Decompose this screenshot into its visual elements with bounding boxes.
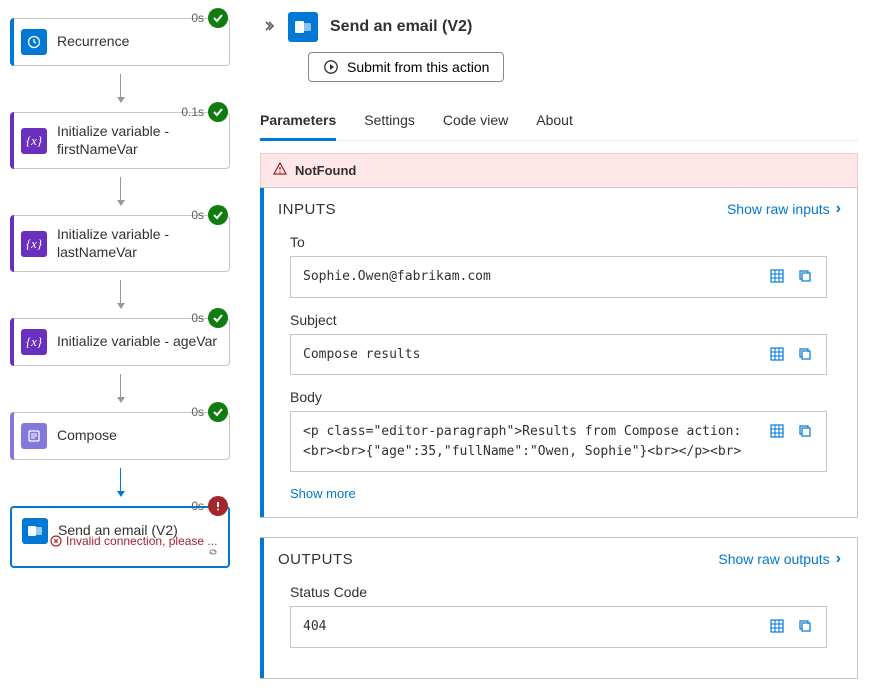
step-duration: 0.1s — [181, 105, 204, 119]
to-value-box: Sophie.Owen@fabrikam.com — [290, 256, 827, 298]
step-title: Initialize variable - ageVar — [57, 333, 217, 351]
show-raw-outputs-link[interactable]: Show raw outputs › — [718, 550, 841, 568]
notfound-alert: NotFound — [260, 153, 858, 188]
show-raw-inputs-link[interactable]: Show raw inputs › — [727, 200, 841, 218]
subject-value: Compose results — [303, 345, 758, 365]
step-duration: 0s — [191, 208, 204, 222]
subject-value-box: Compose results — [290, 334, 827, 376]
flow-step-recurrence[interactable]: 0s Recurrence — [10, 8, 230, 66]
step-title: Recurrence — [57, 33, 129, 51]
connector-arrow — [120, 177, 121, 205]
variable-icon: {x} — [21, 329, 47, 355]
outputs-heading: OUTPUTS — [278, 551, 353, 568]
outlook-icon — [288, 12, 318, 42]
variable-icon: {x} — [21, 231, 47, 257]
to-value: Sophie.Owen@fabrikam.com — [303, 267, 758, 287]
step-duration: 0s — [191, 311, 204, 325]
outputs-panel: OUTPUTS Show raw outputs › Status Code 4… — [260, 537, 858, 679]
step-title: Compose — [57, 427, 117, 445]
flow-step-init-lastname[interactable]: 0s {x} Initialize variable - lastNameVar — [10, 205, 230, 272]
step-title: Initialize variable - lastNameVar — [57, 226, 219, 261]
clock-icon — [21, 29, 47, 55]
connector-arrow — [120, 280, 121, 308]
table-view-icon[interactable] — [768, 617, 786, 635]
error-icon — [208, 496, 228, 516]
body-value-box: <p class="editor-paragraph">Results from… — [290, 411, 827, 472]
table-view-icon[interactable] — [768, 267, 786, 285]
tab-about[interactable]: About — [536, 104, 573, 141]
tab-code-view[interactable]: Code view — [443, 104, 508, 141]
show-more-link[interactable]: Show more — [290, 486, 827, 501]
to-label: To — [290, 234, 827, 250]
connector-arrow — [120, 468, 121, 496]
workflow-canvas: 0s Recurrence 0.1s {x} Initialize variab… — [0, 0, 240, 700]
checkmark-icon — [208, 102, 228, 122]
submit-from-action-button[interactable]: Submit from this action — [308, 52, 504, 82]
subject-label: Subject — [290, 312, 827, 328]
warning-icon — [273, 162, 287, 179]
status-code-label: Status Code — [290, 584, 827, 600]
flow-step-init-age[interactable]: 0s {x} Initialize variable - ageVar — [10, 308, 230, 366]
detail-title: Send an email (V2) — [330, 18, 472, 36]
variable-icon: {x} — [21, 128, 47, 154]
tab-settings[interactable]: Settings — [364, 104, 415, 141]
step-duration: 0s — [191, 11, 204, 25]
checkmark-icon — [208, 308, 228, 328]
table-view-icon[interactable] — [768, 345, 786, 363]
table-view-icon[interactable] — [768, 422, 786, 440]
checkmark-icon — [208, 8, 228, 28]
inputs-heading: INPUTS — [278, 201, 336, 218]
detail-tabs: Parameters Settings Code view About — [260, 104, 858, 141]
body-value: <p class="editor-paragraph">Results from… — [303, 422, 758, 461]
flow-step-send-email[interactable]: 0s Send an email (V2) Invalid connection… — [10, 496, 230, 568]
submit-button-label: Submit from this action — [347, 59, 489, 75]
step-duration: 0s — [191, 499, 204, 513]
connector-arrow — [120, 74, 121, 102]
alert-text: NotFound — [295, 163, 356, 178]
copy-icon[interactable] — [796, 617, 814, 635]
flow-step-init-firstname[interactable]: 0.1s {x} Initialize variable - firstName… — [10, 102, 230, 169]
body-label: Body — [290, 389, 827, 405]
status-code-box: 404 — [290, 606, 827, 648]
checkmark-icon — [208, 205, 228, 225]
flow-step-compose[interactable]: 0s Compose — [10, 402, 230, 460]
chevron-right-icon: › — [836, 550, 841, 568]
collapse-chevron-icon[interactable] — [260, 19, 276, 36]
status-code-value: 404 — [303, 617, 758, 637]
inputs-panel: INPUTS Show raw inputs › To Sophie.Owen@… — [260, 187, 858, 518]
connector-arrow — [120, 374, 121, 402]
chevron-right-icon: › — [836, 200, 841, 218]
outlook-icon — [22, 518, 48, 544]
step-title: Initialize variable - firstNameVar — [57, 123, 219, 158]
checkmark-icon — [208, 402, 228, 422]
error-circle-icon — [50, 535, 62, 547]
compose-icon — [21, 423, 47, 449]
copy-icon[interactable] — [796, 345, 814, 363]
copy-icon[interactable] — [796, 267, 814, 285]
link-icon[interactable] — [206, 545, 220, 562]
step-duration: 0s — [191, 405, 204, 419]
copy-icon[interactable] — [796, 422, 814, 440]
tab-parameters[interactable]: Parameters — [260, 104, 336, 141]
detail-pane: Send an email (V2) Submit from this acti… — [240, 0, 870, 700]
step-error-text: Invalid connection, please ... — [66, 534, 217, 548]
